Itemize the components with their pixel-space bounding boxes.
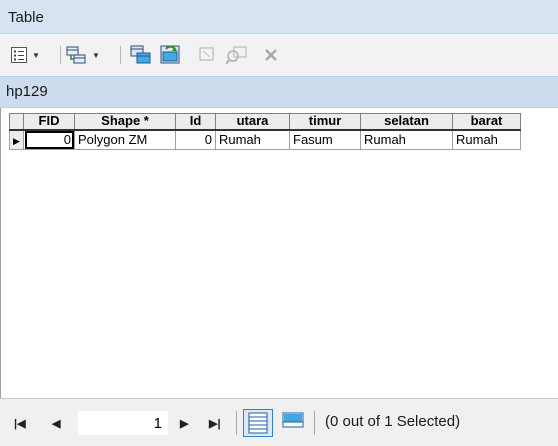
cell-utara[interactable]: Rumah xyxy=(215,129,290,150)
switch-selection-icon xyxy=(160,45,180,64)
last-record-button[interactable]: ▶| xyxy=(209,417,221,430)
table-options-button[interactable]: ▼ xyxy=(10,43,40,67)
column-header-timur[interactable]: timur xyxy=(289,113,361,131)
status-bar: |◀ ◀ 1 ▶ ▶| (0 out of 1 Selected) xyxy=(0,398,558,446)
first-record-button[interactable]: |◀ xyxy=(14,417,26,430)
show-selected-records-button[interactable] xyxy=(279,409,307,437)
show-all-records-button[interactable] xyxy=(243,409,273,437)
current-record-input[interactable]: 1 xyxy=(78,411,168,435)
table-header-row: FID Shape * Id utara timur selatan barat xyxy=(9,113,521,131)
layer-name: hp129 xyxy=(6,83,48,100)
related-tables-icon xyxy=(66,46,86,64)
column-header-id[interactable]: Id xyxy=(175,113,216,131)
column-header-utara[interactable]: utara xyxy=(215,113,290,131)
attribute-grid: FID Shape * Id utara timur selatan barat… xyxy=(0,108,558,398)
status-separator xyxy=(314,411,315,435)
table-toolbar: ▼ ▼ xyxy=(0,34,558,76)
cell-selatan[interactable]: Rumah xyxy=(360,129,453,150)
switch-selection-button[interactable] xyxy=(160,43,182,67)
clear-selection-icon xyxy=(199,47,214,61)
row-selector-header[interactable] xyxy=(9,113,24,131)
cell-fid[interactable]: 0 xyxy=(23,129,75,150)
cell-shape[interactable]: Polygon ZM xyxy=(74,129,176,150)
selection-status: (0 out of 1 Selected) xyxy=(325,413,461,430)
toolbar-separator xyxy=(60,46,61,64)
chevron-down-icon: ▼ xyxy=(32,50,40,60)
column-header-shape[interactable]: Shape * xyxy=(74,113,176,131)
toolbar-separator xyxy=(120,46,121,64)
table-row[interactable]: ▶ 0 Polygon ZM 0 Rumah Fasum Rumah Rumah xyxy=(9,129,521,150)
show-all-records-icon xyxy=(248,412,268,434)
window-title-bar: Table xyxy=(0,0,558,34)
select-by-attributes-icon xyxy=(130,45,151,64)
previous-record-button[interactable]: ◀ xyxy=(52,417,60,430)
row-selector[interactable]: ▶ xyxy=(9,129,24,150)
cell-id[interactable]: 0 xyxy=(175,129,216,150)
current-row-arrow-icon: ▶ xyxy=(13,136,20,147)
clear-selection-button[interactable] xyxy=(198,43,216,67)
cell-timur[interactable]: Fasum xyxy=(289,129,361,150)
next-record-button[interactable]: ▶ xyxy=(180,417,188,430)
column-header-selatan[interactable]: selatan xyxy=(360,113,453,131)
column-header-barat[interactable]: barat xyxy=(452,113,521,131)
related-tables-button[interactable]: ▼ xyxy=(66,43,100,67)
select-by-attributes-button[interactable] xyxy=(130,43,152,67)
cell-barat[interactable]: Rumah xyxy=(452,129,521,150)
layer-tab[interactable]: hp129 xyxy=(0,76,558,108)
table-options-icon xyxy=(11,47,27,63)
column-header-fid[interactable]: FID xyxy=(23,113,75,131)
show-selected-records-icon xyxy=(282,412,304,428)
chevron-down-icon: ▼ xyxy=(92,50,100,60)
zoom-to-selected-icon xyxy=(226,46,247,65)
status-separator xyxy=(236,411,237,435)
delete-selected-button[interactable] xyxy=(262,43,280,67)
window-title: Table xyxy=(8,9,44,26)
zoom-to-selected-button[interactable] xyxy=(226,43,248,67)
delete-selected-icon xyxy=(265,49,277,61)
attribute-table: FID Shape * Id utara timur selatan barat… xyxy=(9,113,521,150)
